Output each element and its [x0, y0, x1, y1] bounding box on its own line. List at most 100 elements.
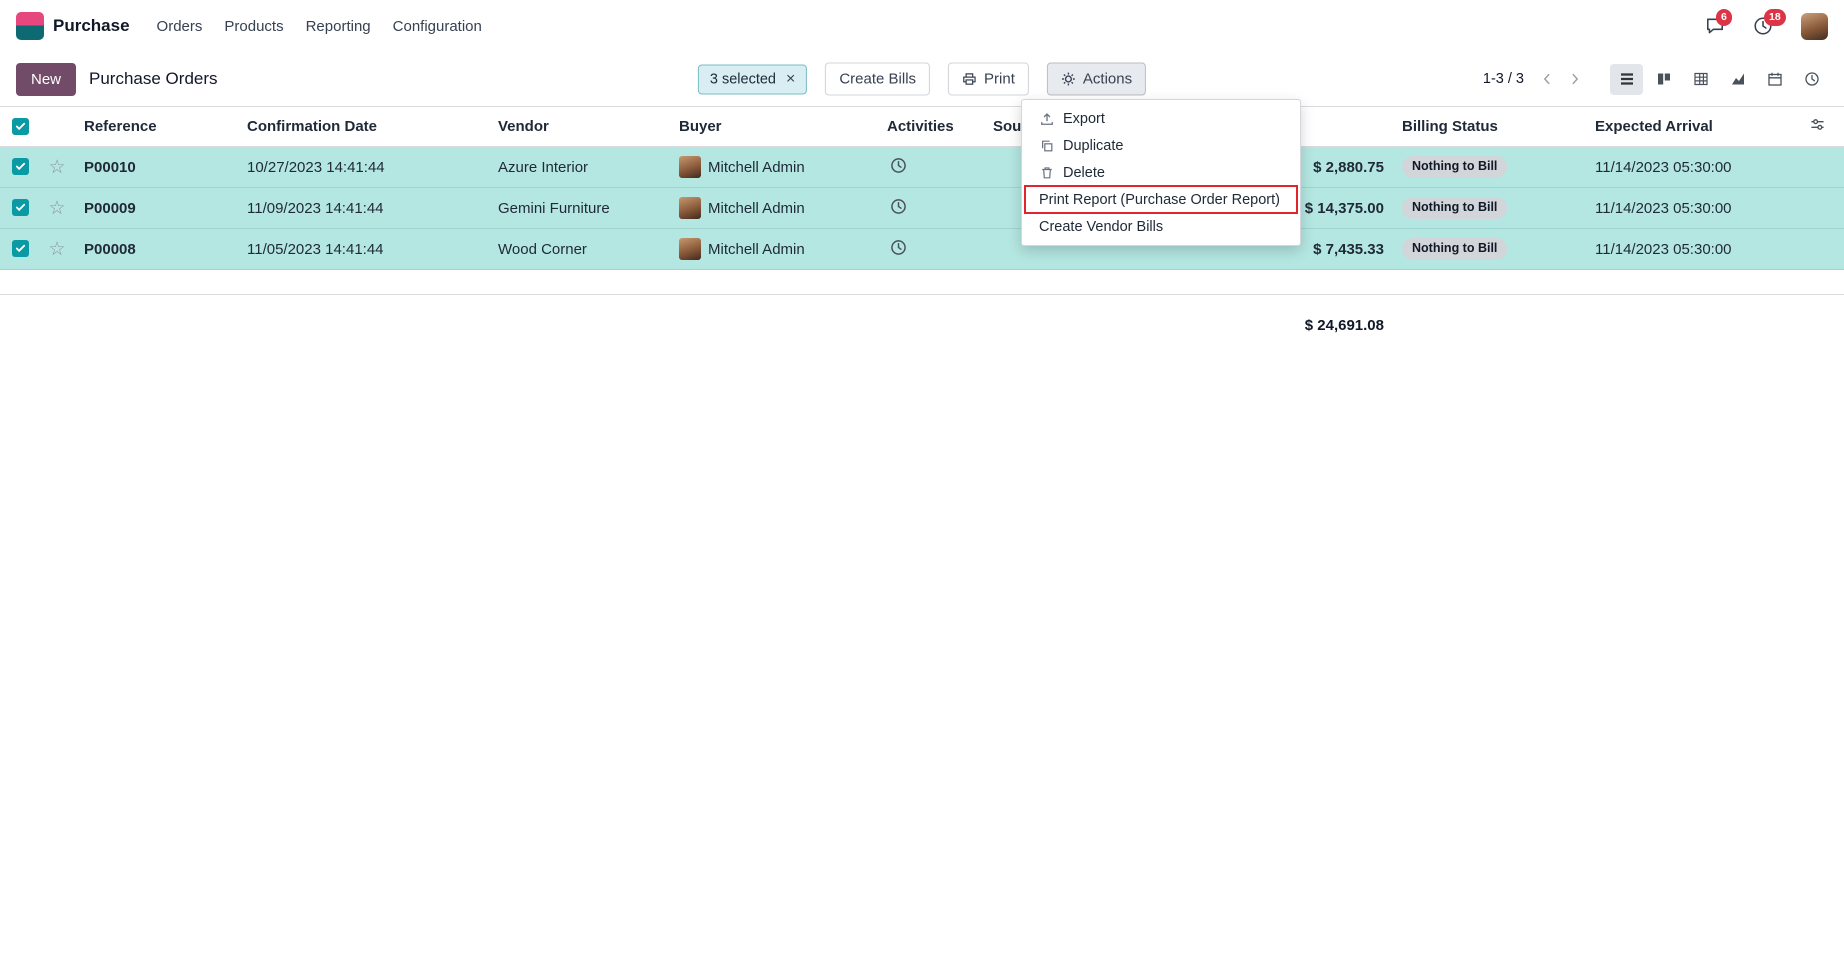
- cell-billing-status[interactable]: Nothing to Bill: [1392, 229, 1585, 270]
- cell-billing-status[interactable]: Nothing to Bill: [1392, 147, 1585, 188]
- new-button[interactable]: New: [16, 63, 76, 96]
- row-select-cell: [0, 188, 40, 229]
- header-filler-cell: [1800, 107, 1844, 147]
- cell-activities[interactable]: [877, 188, 983, 229]
- duplicate-icon: [1039, 139, 1055, 153]
- row-checkbox[interactable]: [12, 240, 29, 257]
- activity-view-icon: [1804, 71, 1820, 87]
- actions-label: Actions: [1083, 71, 1132, 88]
- menu-item-label: Create Vendor Bills: [1039, 219, 1163, 235]
- favorite-star-icon[interactable]: ☆: [48, 198, 65, 219]
- buyer-avatar: [679, 197, 701, 219]
- favorite-star-icon[interactable]: ☆: [48, 157, 65, 178]
- column-header-expected-arrival[interactable]: Expected Arrival: [1585, 107, 1800, 147]
- cell-activities[interactable]: [877, 229, 983, 270]
- menu-item-print-report[interactable]: Print Report (Purchase Order Report): [1025, 186, 1297, 213]
- cell-activities[interactable]: [877, 147, 983, 188]
- favorite-cell: ☆: [40, 147, 74, 188]
- cell-reference[interactable]: P00010: [74, 147, 237, 188]
- view-graph-button[interactable]: [1721, 64, 1754, 95]
- selection-count: 3 selected: [710, 71, 776, 87]
- actions-button[interactable]: Actions: [1047, 63, 1146, 96]
- row-checkbox[interactable]: [12, 158, 29, 175]
- messages-button[interactable]: 6: [1705, 16, 1725, 36]
- menu-item-duplicate[interactable]: Duplicate: [1025, 132, 1297, 159]
- cell-reference[interactable]: P00009: [74, 188, 237, 229]
- table-row[interactable]: ☆ P00010 10/27/2023 14:41:44 Azure Inter…: [0, 147, 1844, 188]
- cell-confirmation-date[interactable]: 10/27/2023 14:41:44: [237, 147, 488, 188]
- view-calendar-button[interactable]: [1758, 64, 1791, 95]
- cell-billing-status[interactable]: Nothing to Bill: [1392, 188, 1585, 229]
- pager-previous-button[interactable]: [1534, 68, 1560, 90]
- app-name: Purchase: [53, 16, 130, 36]
- menu-item-create-vendor-bills[interactable]: Create Vendor Bills: [1025, 213, 1297, 240]
- app-switcher[interactable]: Purchase: [16, 12, 130, 40]
- row-filler-cell: [1800, 188, 1844, 229]
- select-all-checkbox[interactable]: [12, 118, 29, 135]
- row-checkbox[interactable]: [12, 199, 29, 216]
- row-select-cell: [0, 229, 40, 270]
- cell-buyer[interactable]: Mitchell Admin: [669, 188, 877, 229]
- menu-reporting[interactable]: Reporting: [295, 11, 382, 42]
- cell-confirmation-date[interactable]: 11/05/2023 14:41:44: [237, 229, 488, 270]
- activities-button[interactable]: 18: [1753, 16, 1773, 36]
- buyer-name: Mitchell Admin: [708, 241, 805, 258]
- table-header-row: Reference Confirmation Date Vendor Buyer…: [0, 107, 1844, 147]
- adjust-columns-icon[interactable]: [1810, 117, 1825, 132]
- column-header-activities[interactable]: Activities: [877, 107, 983, 147]
- cell-expected-arrival[interactable]: 11/14/2023 05:30:00: [1585, 147, 1800, 188]
- buyer-avatar: [679, 156, 701, 178]
- view-pivot-button[interactable]: [1684, 64, 1717, 95]
- column-header-vendor[interactable]: Vendor: [488, 107, 669, 147]
- pager-next-button[interactable]: [1562, 68, 1588, 90]
- cell-vendor[interactable]: Azure Interior: [488, 147, 669, 188]
- menu-configuration[interactable]: Configuration: [382, 11, 493, 42]
- cell-buyer[interactable]: Mitchell Admin: [669, 229, 877, 270]
- cell-confirmation-date[interactable]: 11/09/2023 14:41:44: [237, 188, 488, 229]
- row-filler-cell: [1800, 229, 1844, 270]
- table-row[interactable]: ☆ P00008 11/05/2023 14:41:44 Wood Corner…: [0, 229, 1844, 270]
- actions-dropdown-menu: Export Duplicate Delete Print Report (Pu…: [1021, 99, 1301, 246]
- favorite-cell: ☆: [40, 188, 74, 229]
- gear-icon: [1061, 72, 1076, 87]
- activity-clock-icon[interactable]: [890, 239, 907, 256]
- buyer-name: Mitchell Admin: [708, 200, 805, 217]
- activity-clock-icon[interactable]: [890, 157, 907, 174]
- view-activity-button[interactable]: [1795, 64, 1828, 95]
- print-button[interactable]: Print: [948, 63, 1029, 96]
- billing-status-badge: Nothing to Bill: [1402, 238, 1507, 260]
- view-list-button[interactable]: [1610, 64, 1643, 95]
- column-header-buyer[interactable]: Buyer: [669, 107, 877, 147]
- menu-products[interactable]: Products: [213, 11, 294, 42]
- favorite-star-icon[interactable]: ☆: [48, 239, 65, 260]
- menu-item-delete[interactable]: Delete: [1025, 159, 1297, 186]
- cell-expected-arrival[interactable]: 11/14/2023 05:30:00: [1585, 188, 1800, 229]
- create-bills-button[interactable]: Create Bills: [825, 63, 930, 96]
- cell-reference[interactable]: P00008: [74, 229, 237, 270]
- table-row[interactable]: ☆ P00009 11/09/2023 14:41:44 Gemini Furn…: [0, 188, 1844, 229]
- deselect-icon[interactable]: ×: [786, 71, 795, 87]
- billing-status-badge: Nothing to Bill: [1402, 197, 1507, 219]
- billing-status-badge: Nothing to Bill: [1402, 156, 1507, 178]
- user-avatar[interactable]: [1801, 13, 1828, 40]
- column-header-billing-status[interactable]: Billing Status: [1392, 107, 1585, 147]
- view-switcher: [1610, 64, 1828, 95]
- activity-clock-icon[interactable]: [890, 198, 907, 215]
- menu-item-label: Delete: [1063, 165, 1105, 181]
- selection-badge: 3 selected ×: [698, 64, 807, 94]
- selection-toolbar: 3 selected × Create Bills Print Actions: [698, 63, 1146, 96]
- cell-buyer[interactable]: Mitchell Admin: [669, 147, 877, 188]
- graph-view-icon: [1730, 71, 1746, 87]
- control-panel: New Purchase Orders 3 selected × Create …: [0, 52, 1844, 106]
- view-kanban-button[interactable]: [1647, 64, 1680, 95]
- cell-vendor[interactable]: Gemini Furniture: [488, 188, 669, 229]
- menu-item-export[interactable]: Export: [1025, 105, 1297, 132]
- menu-orders[interactable]: Orders: [146, 11, 214, 42]
- calendar-view-icon: [1767, 71, 1783, 87]
- cell-expected-arrival[interactable]: 11/14/2023 05:30:00: [1585, 229, 1800, 270]
- sum-total: $ 24,691.08: [1240, 295, 1392, 335]
- column-header-confirmation-date[interactable]: Confirmation Date: [237, 107, 488, 147]
- menu-item-label: Duplicate: [1063, 138, 1123, 154]
- column-header-reference[interactable]: Reference: [74, 107, 237, 147]
- cell-vendor[interactable]: Wood Corner: [488, 229, 669, 270]
